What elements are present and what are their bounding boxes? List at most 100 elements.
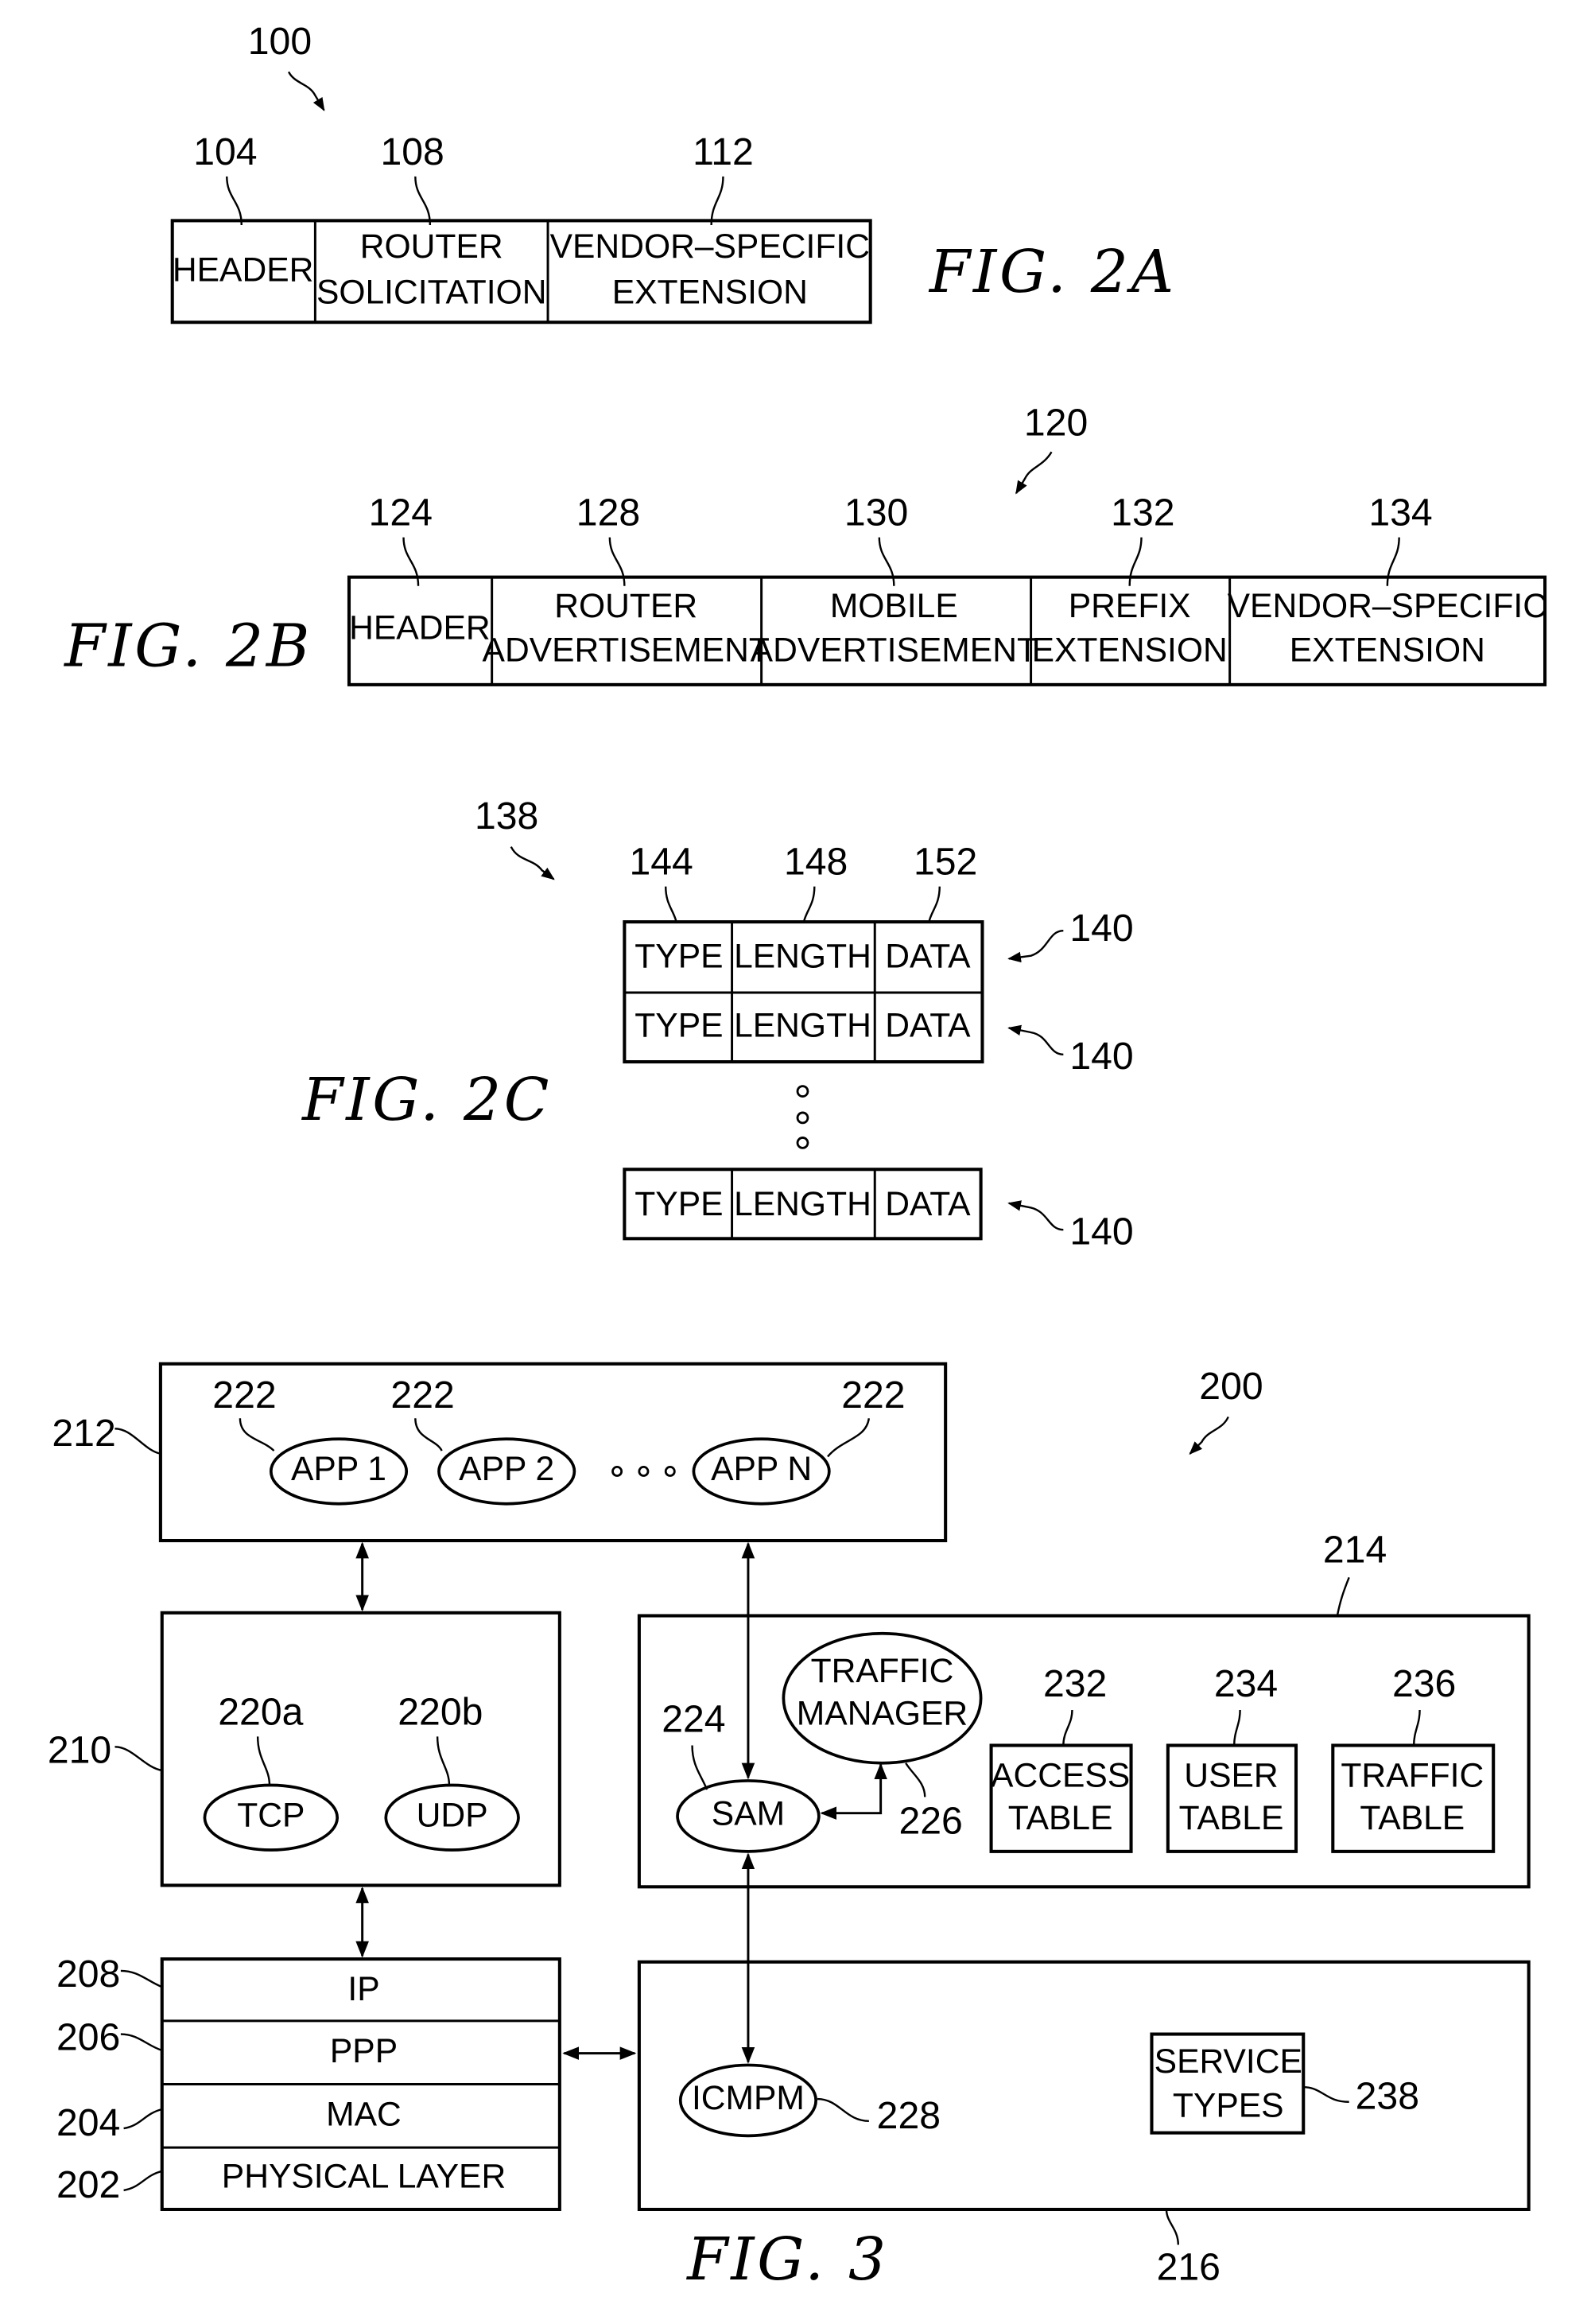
leader-line	[120, 1969, 163, 1988]
ellipsis-dot	[611, 1466, 623, 1477]
leader-line	[226, 176, 243, 225]
ref-128: 128	[576, 492, 640, 534]
ref-204: 204	[56, 2101, 120, 2144]
arrow-icon	[287, 71, 325, 111]
cell-length: LENGTH	[734, 1185, 871, 1223]
field-mobile-advertisement-line2: ADVERTISEMENT	[751, 631, 1038, 669]
cell-type: TYPE	[635, 938, 723, 976]
fig-2c: 138 144 148 152 TYPE LENGTH DATA TYPE LE…	[301, 795, 1134, 1253]
traffic-manager-label-line2: MANAGER	[797, 1695, 968, 1733]
field-prefix-extension-line1: PREFIX	[1069, 587, 1191, 625]
ref-200: 200	[1199, 1365, 1263, 1408]
ref-228: 228	[877, 2094, 941, 2137]
transport-layer-box	[160, 1611, 561, 1887]
cell-data: DATA	[885, 1185, 971, 1223]
arrow-icon	[1189, 1416, 1229, 1455]
app-2-label: APP 2	[459, 1450, 554, 1488]
leader-line	[120, 2033, 163, 2052]
sam-label: SAM	[712, 1795, 785, 1833]
patent-figure-sheet: 100 104 HEADER 108 ROUTER SOLICITATION 1…	[48, 20, 1547, 2294]
cell-type: TYPE	[635, 1007, 723, 1045]
traffic-manager-label-line1: TRAFFIC	[811, 1652, 954, 1690]
icmpm-label: ICMPM	[692, 2079, 805, 2117]
caption-fig-2b: FIG. 2B	[63, 612, 312, 681]
cell-type: TYPE	[635, 1185, 723, 1223]
ref-148: 148	[784, 841, 848, 884]
user-table-label-line2: TABLE	[1179, 1799, 1284, 1837]
ref-222: 222	[390, 1374, 454, 1417]
arrow-icon	[1007, 1024, 1064, 1055]
ellipsis-dot	[796, 1111, 809, 1125]
ref-220a: 220a	[218, 1690, 303, 1733]
arrow-icon	[1007, 1200, 1064, 1231]
ref-208: 208	[56, 1953, 120, 1996]
ref-238: 238	[1356, 2075, 1419, 2118]
ref-206: 206	[56, 2016, 120, 2059]
ref-222: 222	[841, 1374, 905, 1417]
field-header: HEADER	[349, 609, 491, 647]
ref-152: 152	[914, 841, 977, 884]
field-vendor-specific-line2: EXTENSION	[612, 273, 808, 311]
ref-104: 104	[193, 130, 257, 173]
arrow-icon	[1007, 929, 1064, 963]
ref-222: 222	[212, 1374, 276, 1417]
app-1-label: APP 1	[291, 1450, 386, 1488]
ref-100: 100	[248, 20, 312, 63]
field-mobile-advertisement-line1: MOBILE	[830, 587, 958, 625]
ref-202: 202	[56, 2163, 120, 2206]
service-types-label-line2: TYPES	[1173, 2086, 1284, 2124]
ref-234: 234	[1214, 1662, 1278, 1705]
ellipsis-dot	[796, 1137, 809, 1149]
ref-236: 236	[1392, 1662, 1456, 1705]
ref-134: 134	[1368, 492, 1432, 534]
tlv-row: TYPE LENGTH DATA	[635, 1185, 971, 1223]
ellipsis-dot	[664, 1466, 676, 1477]
layer-ppp: PPP	[330, 2032, 398, 2070]
leader-line	[1336, 1576, 1350, 1616]
cell-length: LENGTH	[734, 1007, 871, 1045]
ref-216: 216	[1157, 2246, 1221, 2289]
arrow-icon	[1015, 451, 1053, 495]
user-table-label-line1: USER	[1184, 1756, 1278, 1794]
field-router-advertisement-line2: ADVERTISEMENT	[483, 631, 770, 669]
fig-3: 200 212 APP 1 222 APP 2 222 APP N 222 21…	[48, 1362, 1531, 2294]
field-vendor-specific-line1: VENDOR–SPECIFIC	[1228, 587, 1547, 625]
field-vendor-specific-line1: VENDOR–SPECIFIC	[550, 227, 870, 266]
leader-line	[1165, 2209, 1180, 2245]
udp-label: UDP	[417, 1797, 488, 1835]
layer-mac: MAC	[326, 2096, 402, 2134]
cell-length: LENGTH	[734, 938, 871, 976]
layer-ip: IP	[347, 1970, 379, 2008]
caption-fig-3: FIG. 3	[685, 2225, 889, 2294]
leader-line	[123, 2108, 163, 2130]
ref-140: 140	[1069, 907, 1133, 950]
leader-line	[123, 2170, 163, 2192]
ref-212: 212	[52, 1412, 115, 1455]
field-router-solicitation-line1: ROUTER	[360, 227, 503, 266]
layer-physical: PHYSICAL LAYER	[222, 2157, 506, 2195]
ref-210: 210	[48, 1728, 111, 1771]
fig-2b: 120 124 HEADER 128 ROUTER ADVERTISEMENT …	[63, 402, 1547, 686]
ref-132: 132	[1111, 492, 1174, 534]
field-router-solicitation-line2: SOLICITATION	[316, 273, 547, 311]
ref-140: 140	[1069, 1035, 1133, 1078]
field-vendor-specific-line2: EXTENSION	[1290, 631, 1485, 669]
ref-220b: 220b	[398, 1690, 483, 1733]
tlv-row: TYPE LENGTH DATA	[635, 938, 971, 976]
field-router-advertisement-line1: ROUTER	[554, 587, 697, 625]
fig-2a: 100 104 HEADER 108 ROUTER SOLICITATION 1…	[170, 20, 1177, 325]
traffic-table-label-line1: TRAFFIC	[1341, 1756, 1484, 1794]
caption-fig-2a: FIG. 2A	[928, 238, 1177, 306]
caption-fig-2c: FIG. 2C	[301, 1066, 552, 1134]
access-table-label-line1: ACCESS	[991, 1756, 1130, 1794]
leader-line	[114, 1428, 161, 1455]
service-types-label-line1: SERVICE	[1155, 2042, 1302, 2081]
ref-124: 124	[369, 492, 433, 534]
ref-112: 112	[693, 130, 754, 173]
traffic-table-label-line2: TABLE	[1360, 1799, 1465, 1837]
ref-108: 108	[380, 130, 444, 173]
arrow-icon	[510, 846, 555, 880]
field-prefix-extension-line2: EXTENSION	[1032, 631, 1228, 669]
leader-line	[114, 1746, 163, 1772]
ref-232: 232	[1043, 1662, 1107, 1705]
